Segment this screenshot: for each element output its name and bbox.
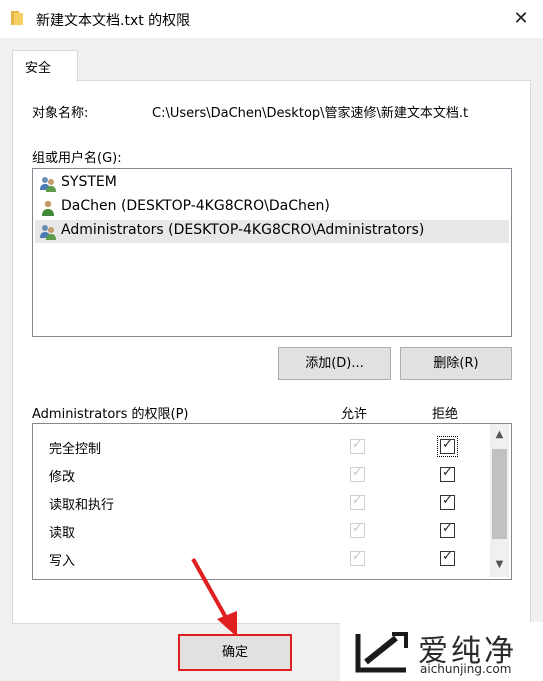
remove-button[interactable]: 删除(R) bbox=[400, 347, 512, 380]
user-icon bbox=[42, 200, 54, 216]
check-icon: ✓ bbox=[352, 437, 363, 452]
allow-checkbox: ✓ bbox=[350, 437, 365, 454]
check-icon: ✓ bbox=[352, 465, 363, 480]
deny-checkbox[interactable]: ✓ bbox=[437, 436, 458, 457]
list-item-selected[interactable]: Administrators (DESKTOP-4KG8CRO\Administ… bbox=[35, 220, 509, 243]
user-name: SYSTEM bbox=[61, 174, 117, 190]
check-icon: ✓ bbox=[442, 521, 453, 536]
deny-checkbox[interactable]: ✓ bbox=[440, 549, 455, 566]
check-icon: ✓ bbox=[442, 465, 453, 480]
permission-name: 读取和执行 bbox=[49, 498, 115, 513]
folder-icon bbox=[11, 11, 23, 25]
watermark-url: aichunjing.com bbox=[420, 662, 512, 676]
check-icon: ✓ bbox=[442, 549, 453, 564]
scroll-up-icon[interactable]: ▲ bbox=[490, 424, 509, 446]
check-icon: ✓ bbox=[352, 521, 363, 536]
allow-checkbox: ✓ bbox=[350, 493, 365, 510]
permission-name: 读取 bbox=[49, 526, 76, 541]
tab-security[interactable]: 安全 bbox=[12, 50, 78, 82]
permission-row: 读取 ✓ ✓ bbox=[33, 516, 491, 544]
add-button[interactable]: 添加(D)... bbox=[278, 347, 391, 380]
permission-name: 修改 bbox=[49, 470, 76, 485]
allow-checkbox: ✓ bbox=[350, 549, 365, 566]
permission-row: 修改 ✓ ✓ bbox=[33, 460, 491, 488]
tab-security-label: 安全 bbox=[25, 61, 52, 76]
user-list[interactable]: SYSTEM DaChen (DESKTOP-4KG8CRO\DaChen) A… bbox=[32, 168, 512, 337]
user-name: Administrators (DESKTOP-4KG8CRO\Administ… bbox=[61, 222, 425, 238]
allow-checkbox: ✓ bbox=[350, 521, 365, 538]
deny-header: 拒绝 bbox=[432, 407, 459, 422]
check-icon: ✓ bbox=[442, 493, 453, 508]
check-icon: ✓ bbox=[442, 437, 453, 452]
permission-row: 读取和执行 ✓ ✓ bbox=[33, 488, 491, 516]
close-button[interactable]: ✕ bbox=[508, 6, 534, 32]
groups-label: 组或用户名(G): bbox=[32, 151, 122, 166]
permissions-label: Administrators 的权限(P) bbox=[32, 407, 189, 422]
users-group-icon bbox=[40, 177, 56, 192]
permission-name: 写入 bbox=[49, 554, 76, 569]
permission-name: 完全控制 bbox=[49, 442, 102, 457]
scroll-down-icon[interactable]: ▼ bbox=[490, 554, 509, 576]
scroll-thumb[interactable] bbox=[492, 449, 507, 539]
deny-checkbox[interactable]: ✓ bbox=[440, 465, 455, 482]
annotation-arrow-icon bbox=[191, 558, 237, 637]
object-name-value: C:\Users\DaChen\Desktop\管家速修\新建文本文档.t bbox=[152, 106, 469, 121]
ok-button[interactable]: 确定 bbox=[178, 634, 292, 671]
allow-header: 允许 bbox=[341, 407, 368, 422]
permission-row: 写入 ✓ ✓ bbox=[33, 544, 491, 572]
check-icon: ✓ bbox=[352, 493, 363, 508]
list-item[interactable]: DaChen (DESKTOP-4KG8CRO\DaChen) bbox=[35, 196, 509, 219]
object-name-label: 对象名称: bbox=[32, 106, 89, 121]
allow-checkbox: ✓ bbox=[350, 465, 365, 482]
deny-checkbox[interactable]: ✓ bbox=[440, 493, 455, 510]
user-name: DaChen (DESKTOP-4KG8CRO\DaChen) bbox=[61, 198, 330, 214]
permission-row: 完全控制 ✓ ✓ bbox=[33, 432, 491, 460]
list-item[interactable]: SYSTEM bbox=[35, 172, 509, 195]
deny-checkbox[interactable]: ✓ bbox=[440, 521, 455, 538]
window-title: 新建文本文档.txt 的权限 bbox=[36, 13, 191, 29]
permissions-list: 完全控制 ✓ ✓ 修改 ✓ ✓ 读取和执行 ✓ ✓ 读取 ✓ ✓ 写入 ✓ ✓ bbox=[32, 423, 512, 580]
watermark-logo-icon bbox=[355, 632, 408, 673]
check-icon: ✓ bbox=[352, 549, 363, 564]
users-group-icon bbox=[40, 225, 56, 240]
